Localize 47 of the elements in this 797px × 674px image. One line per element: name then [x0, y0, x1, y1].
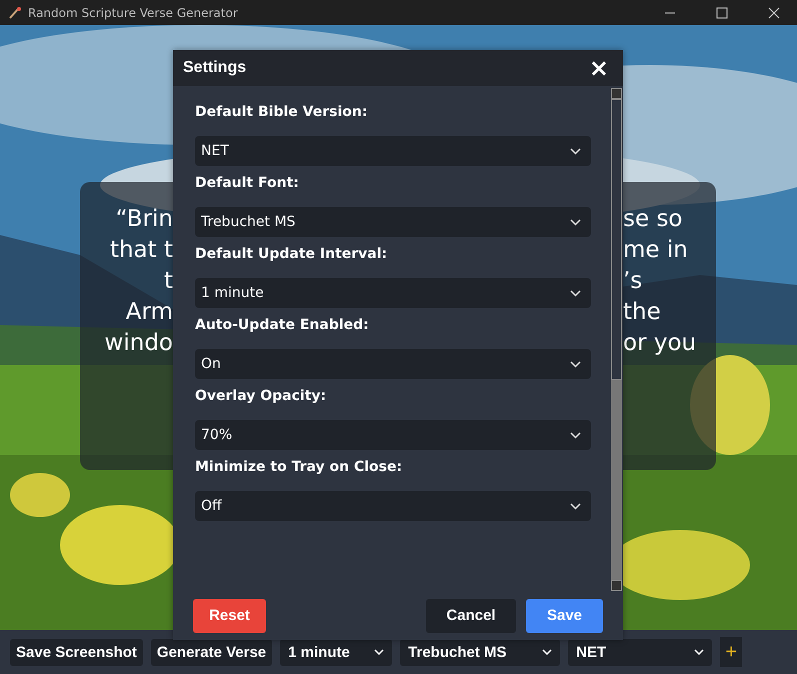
scrollbar[interactable]: [611, 88, 622, 591]
dialog-button[interactable]: Reset: [193, 598, 266, 632]
close-icon[interactable]: [768, 6, 780, 18]
dropdown[interactable]: Trebuchet MS: [400, 638, 560, 666]
close-button[interactable]: ×: [588, 56, 609, 80]
verse-text: Arm: [126, 298, 173, 327]
field-label: Default Update Interval:: [195, 246, 388, 262]
dropdown[interactable]: Off: [195, 491, 591, 521]
dialog-button[interactable]: Cancel: [426, 598, 516, 632]
chevron-icon: [570, 502, 581, 510]
verse-text: se so: [623, 205, 682, 234]
dropdown[interactable]: 1 minute: [280, 638, 392, 666]
chevron-icon: [570, 290, 581, 296]
field-label: Auto-Update Enabled:: [195, 317, 370, 333]
dropdown[interactable]: NET: [568, 638, 712, 666]
dropdown[interactable]: NET: [195, 136, 591, 166]
window-title: Random Scripture Verse Generator: [28, 6, 238, 20]
chevron-icon: [570, 432, 581, 438]
dialog-title: Settings: [183, 59, 246, 77]
verse-text: or you: [623, 329, 696, 358]
add-button[interactable]: +: [720, 637, 742, 667]
chevron-icon: [374, 649, 384, 655]
chevron-icon: [542, 649, 552, 655]
verse-text: me in: [623, 236, 688, 265]
verse-text: that t: [110, 236, 173, 265]
field-label: Minimize to Tray on Close:: [195, 459, 404, 475]
chevron-icon: [570, 360, 581, 368]
field-label: Overlay Opacity:: [195, 388, 328, 404]
dropdown[interactable]: 70%: [195, 420, 591, 450]
chevron-icon: [694, 649, 704, 655]
dialog-button[interactable]: Save: [526, 598, 603, 632]
verse-text: “Brin: [116, 205, 173, 234]
toolbar-button[interactable]: Generate Verse: [150, 638, 272, 666]
chevron-icon: [570, 218, 581, 226]
dropdown[interactable]: On: [195, 349, 591, 379]
verse-text: t: [164, 267, 173, 296]
dropdown[interactable]: Trebuchet MS: [195, 207, 591, 237]
maximize-icon[interactable]: [716, 6, 728, 18]
verse-text: the: [623, 298, 661, 327]
verse-text: ’s: [623, 267, 642, 296]
field-label: Default Bible Version:: [195, 104, 368, 120]
toolbar-button[interactable]: Save Screenshot: [10, 638, 143, 666]
dropdown[interactable]: 1 minute: [195, 278, 591, 308]
verse-text: windo: [104, 329, 173, 358]
chevron-icon: [570, 148, 581, 154]
app-icon: [8, 6, 22, 20]
field-label: Default Font:: [195, 175, 300, 191]
